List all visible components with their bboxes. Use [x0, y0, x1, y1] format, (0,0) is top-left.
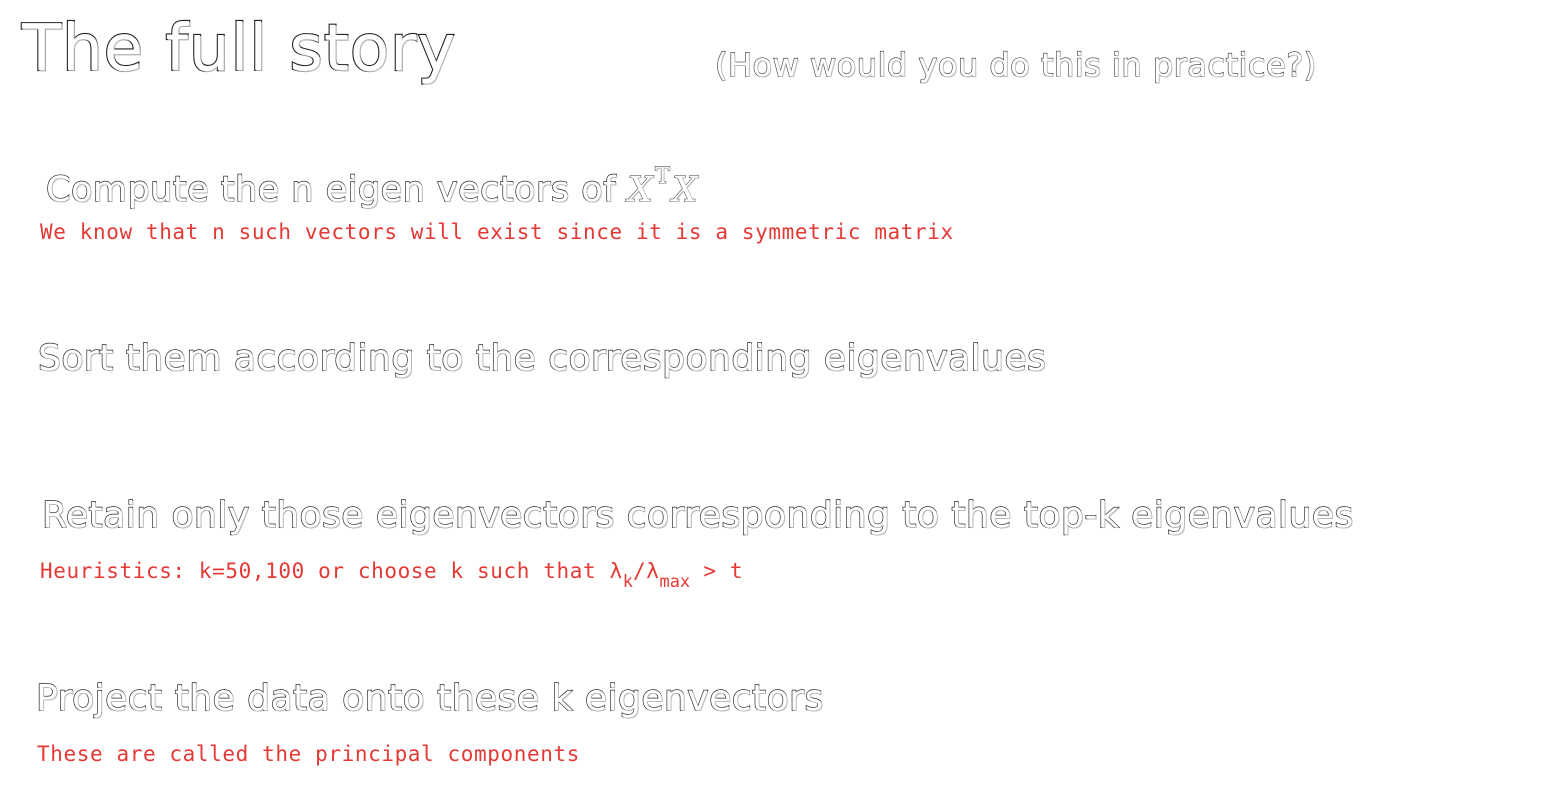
step-project-data: Project the data onto these k eigenvecto…	[35, 677, 824, 719]
step-sort-eigenvalues: Sort them according to the corresponding…	[37, 337, 1047, 379]
matrix-x-base: X	[627, 170, 654, 211]
step-retain-top-k: Retain only those eigenvectors correspon…	[41, 494, 1354, 536]
slide-title: The full story	[21, 11, 457, 87]
transpose-superscript: T	[655, 164, 671, 190]
matrix-expression: XTX	[627, 164, 698, 211]
note-symmetric-matrix: We know that n such vectors will exist s…	[40, 220, 954, 244]
step-compute-eigenvectors: Compute the n eigen vectors of XTX	[45, 155, 698, 212]
lambda-max-subscript: max	[659, 572, 691, 592]
ratio-slash: /	[632, 559, 647, 583]
note-heuristics: Heuristics: k=50,100 or choose k such th…	[40, 557, 744, 592]
threshold-suffix: > t	[690, 559, 744, 583]
lambda-max-symbol: λ	[646, 559, 660, 583]
lambda-k-symbol: λ	[609, 559, 623, 583]
note-principal-components: These are called the principal component…	[37, 742, 580, 766]
lambda-k-subscript: k	[622, 572, 633, 592]
matrix-x-tail: X	[672, 170, 698, 211]
slide-subtitle: (How would you do this in practice?)	[714, 45, 1317, 84]
step-compute-eigenvectors-text: Compute the n eigen vectors of	[45, 169, 628, 210]
heuristics-prefix: Heuristics: k=50,100 or choose k such th…	[40, 559, 610, 583]
